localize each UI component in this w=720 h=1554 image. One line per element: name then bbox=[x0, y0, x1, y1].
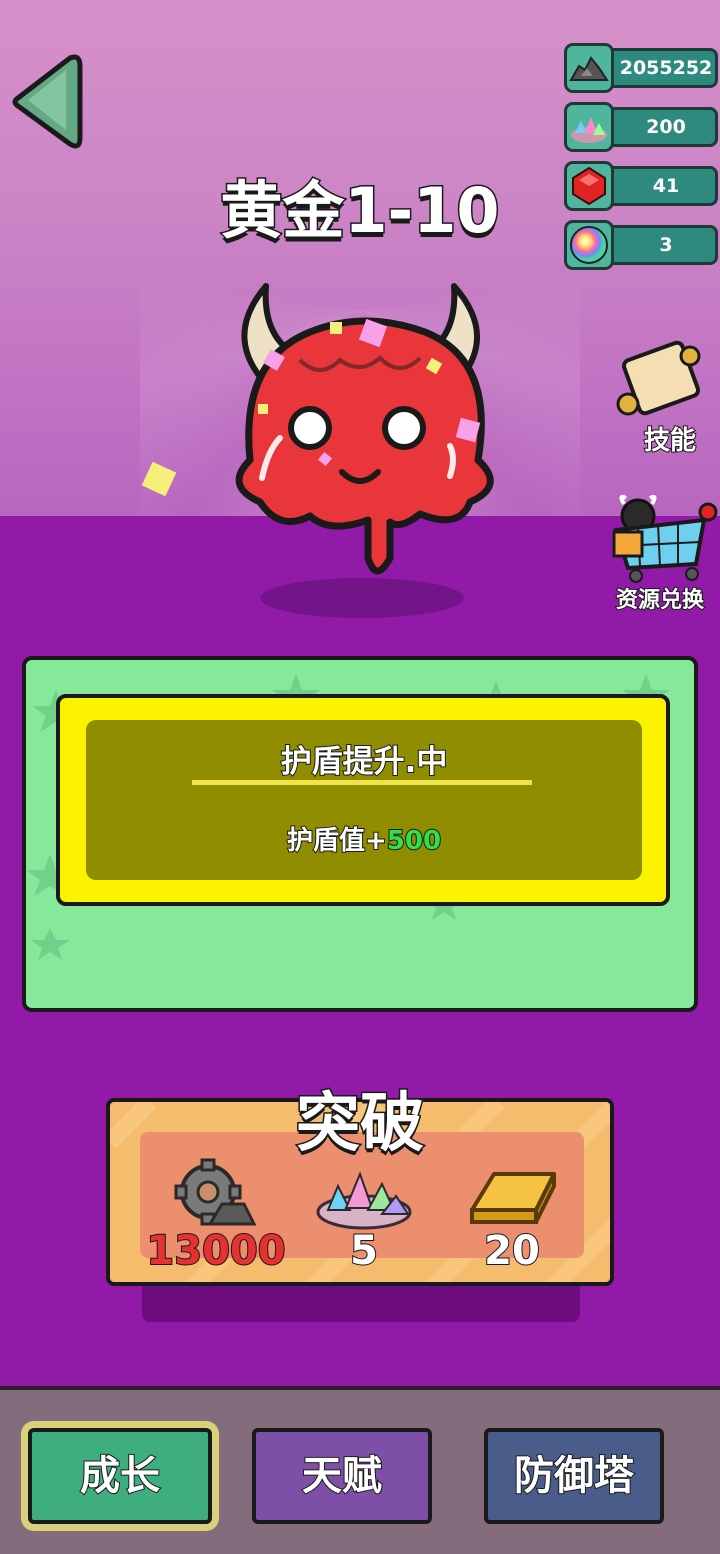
cost-value-crystal: 5 bbox=[349, 1227, 379, 1275]
back-button[interactable] bbox=[8, 52, 84, 150]
resource-crystal[interactable]: 200 bbox=[564, 102, 720, 152]
ore-pile-icon bbox=[564, 43, 614, 93]
monster-character bbox=[235, 283, 494, 618]
rainbow-orb-icon bbox=[564, 220, 614, 270]
upgrade-panel: 护盾提升.中 护盾值+500 bbox=[22, 656, 698, 1012]
upgrade-stat-sign: + bbox=[364, 825, 388, 857]
crystal-pile-icon bbox=[564, 102, 614, 152]
upgrade-stat-name: 护盾值 bbox=[286, 825, 366, 857]
resource-ore-value: 2055252 bbox=[604, 48, 718, 88]
back-arrow-icon bbox=[12, 54, 83, 149]
exchange-label: 资源兑换 bbox=[615, 587, 705, 614]
resource-ore[interactable]: 2055252 bbox=[564, 43, 720, 93]
confetti-piece bbox=[141, 461, 177, 497]
cost-item-gold: 20 bbox=[442, 1148, 582, 1282]
nav-talent-tab[interactable]: 天赋 bbox=[252, 1428, 432, 1524]
shopping-cart-icon bbox=[612, 494, 718, 583]
upgrade-stat-value: 500 bbox=[386, 825, 442, 857]
gold-bar-icon bbox=[470, 1172, 556, 1224]
cost-item-ore: 13000 bbox=[145, 1148, 287, 1282]
exchange-button[interactable]: 资源兑换 bbox=[608, 490, 720, 614]
resource-red-gem-value: 41 bbox=[604, 166, 718, 206]
cost-value-ore: 13000 bbox=[145, 1227, 286, 1275]
skills-button[interactable]: 技能 bbox=[610, 340, 710, 460]
upgrade-card-inner: 护盾提升.中 护盾值+500 bbox=[86, 720, 642, 880]
upgrade-divider bbox=[192, 780, 532, 785]
resource-rainbow-orb[interactable]: 3 bbox=[564, 220, 720, 270]
scroll-icon bbox=[616, 340, 701, 416]
upgrade-card: 护盾提升.中 护盾值+500 bbox=[56, 694, 670, 906]
crystal-pile-icon bbox=[316, 1171, 412, 1230]
upgrade-title: 护盾提升.中 bbox=[280, 743, 449, 781]
skills-label: 技能 bbox=[643, 425, 697, 457]
resource-crystal-value: 200 bbox=[604, 107, 718, 147]
cost-value-gold: 20 bbox=[483, 1227, 541, 1275]
cost-item-crystal: 5 bbox=[294, 1148, 434, 1282]
nav-tower-tab[interactable]: 防御塔 bbox=[484, 1428, 664, 1524]
breakthrough-title: 突破 bbox=[295, 1086, 426, 1163]
breakthrough-shadow bbox=[142, 1282, 580, 1322]
red-gem-icon bbox=[564, 161, 614, 211]
nav-growth-tab[interactable]: 成长 bbox=[28, 1428, 212, 1524]
gear-ore-icon bbox=[174, 1158, 257, 1226]
upgrade-description: 护盾值+500 bbox=[86, 820, 642, 857]
resource-red-gem[interactable]: 41 bbox=[564, 161, 720, 211]
resource-rainbow-orb-value: 3 bbox=[604, 225, 718, 265]
